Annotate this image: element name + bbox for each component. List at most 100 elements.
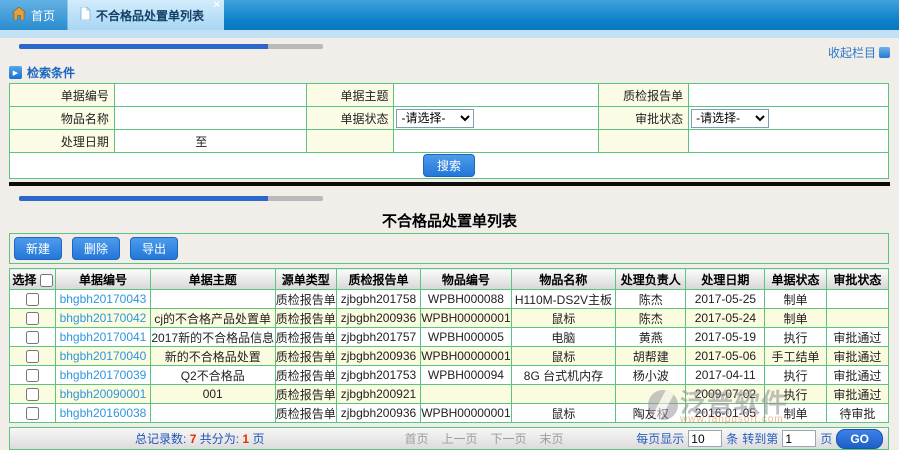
column-header-subject: 单据主题 xyxy=(150,269,275,290)
cell-source-type: 质检报告单 xyxy=(275,347,336,366)
doc-no-link[interactable]: bhgbh20160038 xyxy=(56,404,151,423)
row-select-cell xyxy=(10,385,56,404)
approval-status-label: 审批状态 xyxy=(599,107,689,130)
doc-subject-input[interactable] xyxy=(396,86,596,104)
doc-no-link[interactable]: bhgbh20170039 xyxy=(56,366,151,385)
tab-home[interactable]: 首页 xyxy=(0,0,68,30)
search-button-row: 搜索 xyxy=(9,153,889,179)
per-page-input[interactable] xyxy=(688,430,722,447)
arrow-right-icon: ▶ xyxy=(9,66,22,79)
progress-bar xyxy=(19,196,323,201)
cell-source-type: 质检报告单 xyxy=(275,309,336,328)
cell-item-name: 电脑 xyxy=(511,328,616,347)
cell-item-name: 8G 台式机内存 xyxy=(511,366,616,385)
doc-no-link[interactable]: bhgbh20090001 xyxy=(56,385,151,404)
row-checkbox[interactable] xyxy=(26,331,39,344)
search-section-header: ▶ 检索条件 xyxy=(9,64,890,81)
cell-handler: 黄燕 xyxy=(616,328,686,347)
pages-label: 共分为: xyxy=(200,432,239,446)
row-select-cell xyxy=(10,290,56,309)
prev-page-link[interactable]: 上一页 xyxy=(441,430,477,447)
document-icon xyxy=(80,7,91,23)
collapse-row: 收起栏目 xyxy=(9,38,890,60)
table-row: bhgbh20170043质检报告单zjbgbh201758WPBH000088… xyxy=(10,290,889,309)
row-select-cell xyxy=(10,309,56,328)
row-select-cell xyxy=(10,366,56,385)
collapse-columns-link[interactable]: 收起栏目 xyxy=(828,44,890,61)
cell-item-no: WPBH00000001 xyxy=(421,404,511,423)
table-row: bhgbh20170039Q2不合格品质检报告单zjbgbh201753WPBH… xyxy=(10,366,889,385)
table-row: bhgbh20170040新的不合格品处置质检报告单zjbgbh200936WP… xyxy=(10,347,889,366)
goto-page-input[interactable] xyxy=(782,430,816,447)
row-checkbox[interactable] xyxy=(26,350,39,363)
date-from-input[interactable] xyxy=(117,132,195,150)
qc-report-cell xyxy=(689,84,889,107)
next-page-link[interactable]: 下一页 xyxy=(490,430,526,447)
select-column-label: 选择 xyxy=(12,273,36,287)
doc-no-link[interactable]: bhgbh20170043 xyxy=(56,290,151,309)
doc-status-select[interactable]: -请选择- xyxy=(396,109,474,128)
progress-bar-fill xyxy=(19,44,268,49)
select-column-header: 选择 xyxy=(10,269,56,290)
cell-handler: 陶友权 xyxy=(616,404,686,423)
last-page-link[interactable]: 末页 xyxy=(540,430,564,447)
doc-no-link[interactable]: bhgbh20170041 xyxy=(56,328,151,347)
approval-status-select[interactable]: -请选择- xyxy=(691,109,769,128)
main-content: 收起栏目 ▶ 检索条件 单据编号 单据主题 质检报告单 物品名称 单据状态 xyxy=(0,38,899,450)
disposal-table: 选择 单据编号 单据主题 源单类型 质检报告单 物品编号 物品名称 处理负责人 … xyxy=(9,268,889,423)
empty-input-cell-1 xyxy=(394,130,599,153)
column-header-source-type: 源单类型 xyxy=(275,269,336,290)
row-checkbox[interactable] xyxy=(26,312,39,325)
cell-subject: Q2不合格品 xyxy=(150,366,275,385)
column-header-doc-status: 单据状态 xyxy=(765,269,826,290)
process-date-cell: 至 xyxy=(114,130,306,153)
row-checkbox[interactable] xyxy=(26,369,39,382)
tab-disposal-list[interactable]: 不合格品处置单列表 × xyxy=(68,0,224,30)
cell-doc-status: 执行 xyxy=(765,328,826,347)
cell-approval: 审批通过 xyxy=(826,385,888,404)
select-all-checkbox[interactable] xyxy=(40,274,53,287)
cell-doc-status: 执行 xyxy=(765,366,826,385)
export-button[interactable]: 导出 xyxy=(130,237,178,260)
close-icon[interactable]: × xyxy=(214,0,220,11)
cell-date: 2017-05-24 xyxy=(686,309,765,328)
delete-button[interactable]: 删除 xyxy=(72,237,120,260)
item-name-input[interactable] xyxy=(117,109,304,127)
cell-source-type: 质检报告单 xyxy=(275,290,336,309)
record-summary: 总记录数: 7 共分为: 1 页 xyxy=(135,430,264,447)
doc-no-link[interactable]: bhgbh20170042 xyxy=(56,309,151,328)
search-form: 单据编号 单据主题 质检报告单 物品名称 单据状态 -请选择- 审批状态 -请选… xyxy=(9,83,889,153)
doc-no-link[interactable]: bhgbh20170040 xyxy=(56,347,151,366)
row-checkbox[interactable] xyxy=(26,407,39,420)
doc-no-input[interactable] xyxy=(117,86,304,104)
cell-item-no: WPBH000005 xyxy=(421,328,511,347)
cell-subject: 001 xyxy=(150,385,275,404)
cell-qc-report: zjbgbh200921 xyxy=(336,385,421,404)
qc-report-label: 质检报告单 xyxy=(599,84,689,107)
cell-doc-status: 手工结单 xyxy=(765,347,826,366)
row-select-cell xyxy=(10,404,56,423)
doc-no-cell xyxy=(114,84,306,107)
doc-no-label: 单据编号 xyxy=(10,84,115,107)
cell-item-name: 鼠标 xyxy=(511,404,616,423)
doc-subject-label: 单据主题 xyxy=(306,84,394,107)
search-button[interactable]: 搜索 xyxy=(423,154,475,177)
new-button[interactable]: 新建 xyxy=(14,237,62,260)
pagination-bar: 总记录数: 7 共分为: 1 页 首页 上一页 下一页 末页 每页显示 条 转到… xyxy=(9,427,889,450)
tab-bar: 首页 不合格品处置单列表 × xyxy=(0,0,899,30)
cell-handler: 胡帮建 xyxy=(616,347,686,366)
approval-status-cell: -请选择- xyxy=(689,107,889,130)
cell-subject: cj的不合格产品处置单 xyxy=(150,309,275,328)
go-button[interactable]: GO xyxy=(836,429,883,449)
date-to-input[interactable] xyxy=(207,132,285,150)
table-row: bhgbh20170042cj的不合格产品处置单质检报告单zjbgbh20093… xyxy=(10,309,889,328)
cell-approval xyxy=(826,309,888,328)
row-checkbox[interactable] xyxy=(26,293,39,306)
cell-doc-status: 制单 xyxy=(765,404,826,423)
qc-report-input[interactable] xyxy=(691,86,886,104)
first-page-link[interactable]: 首页 xyxy=(404,430,428,447)
cell-date: 2016-01-05 xyxy=(686,404,765,423)
cell-source-type: 质检报告单 xyxy=(275,328,336,347)
cell-item-name: 鼠标 xyxy=(511,347,616,366)
row-checkbox[interactable] xyxy=(26,388,39,401)
